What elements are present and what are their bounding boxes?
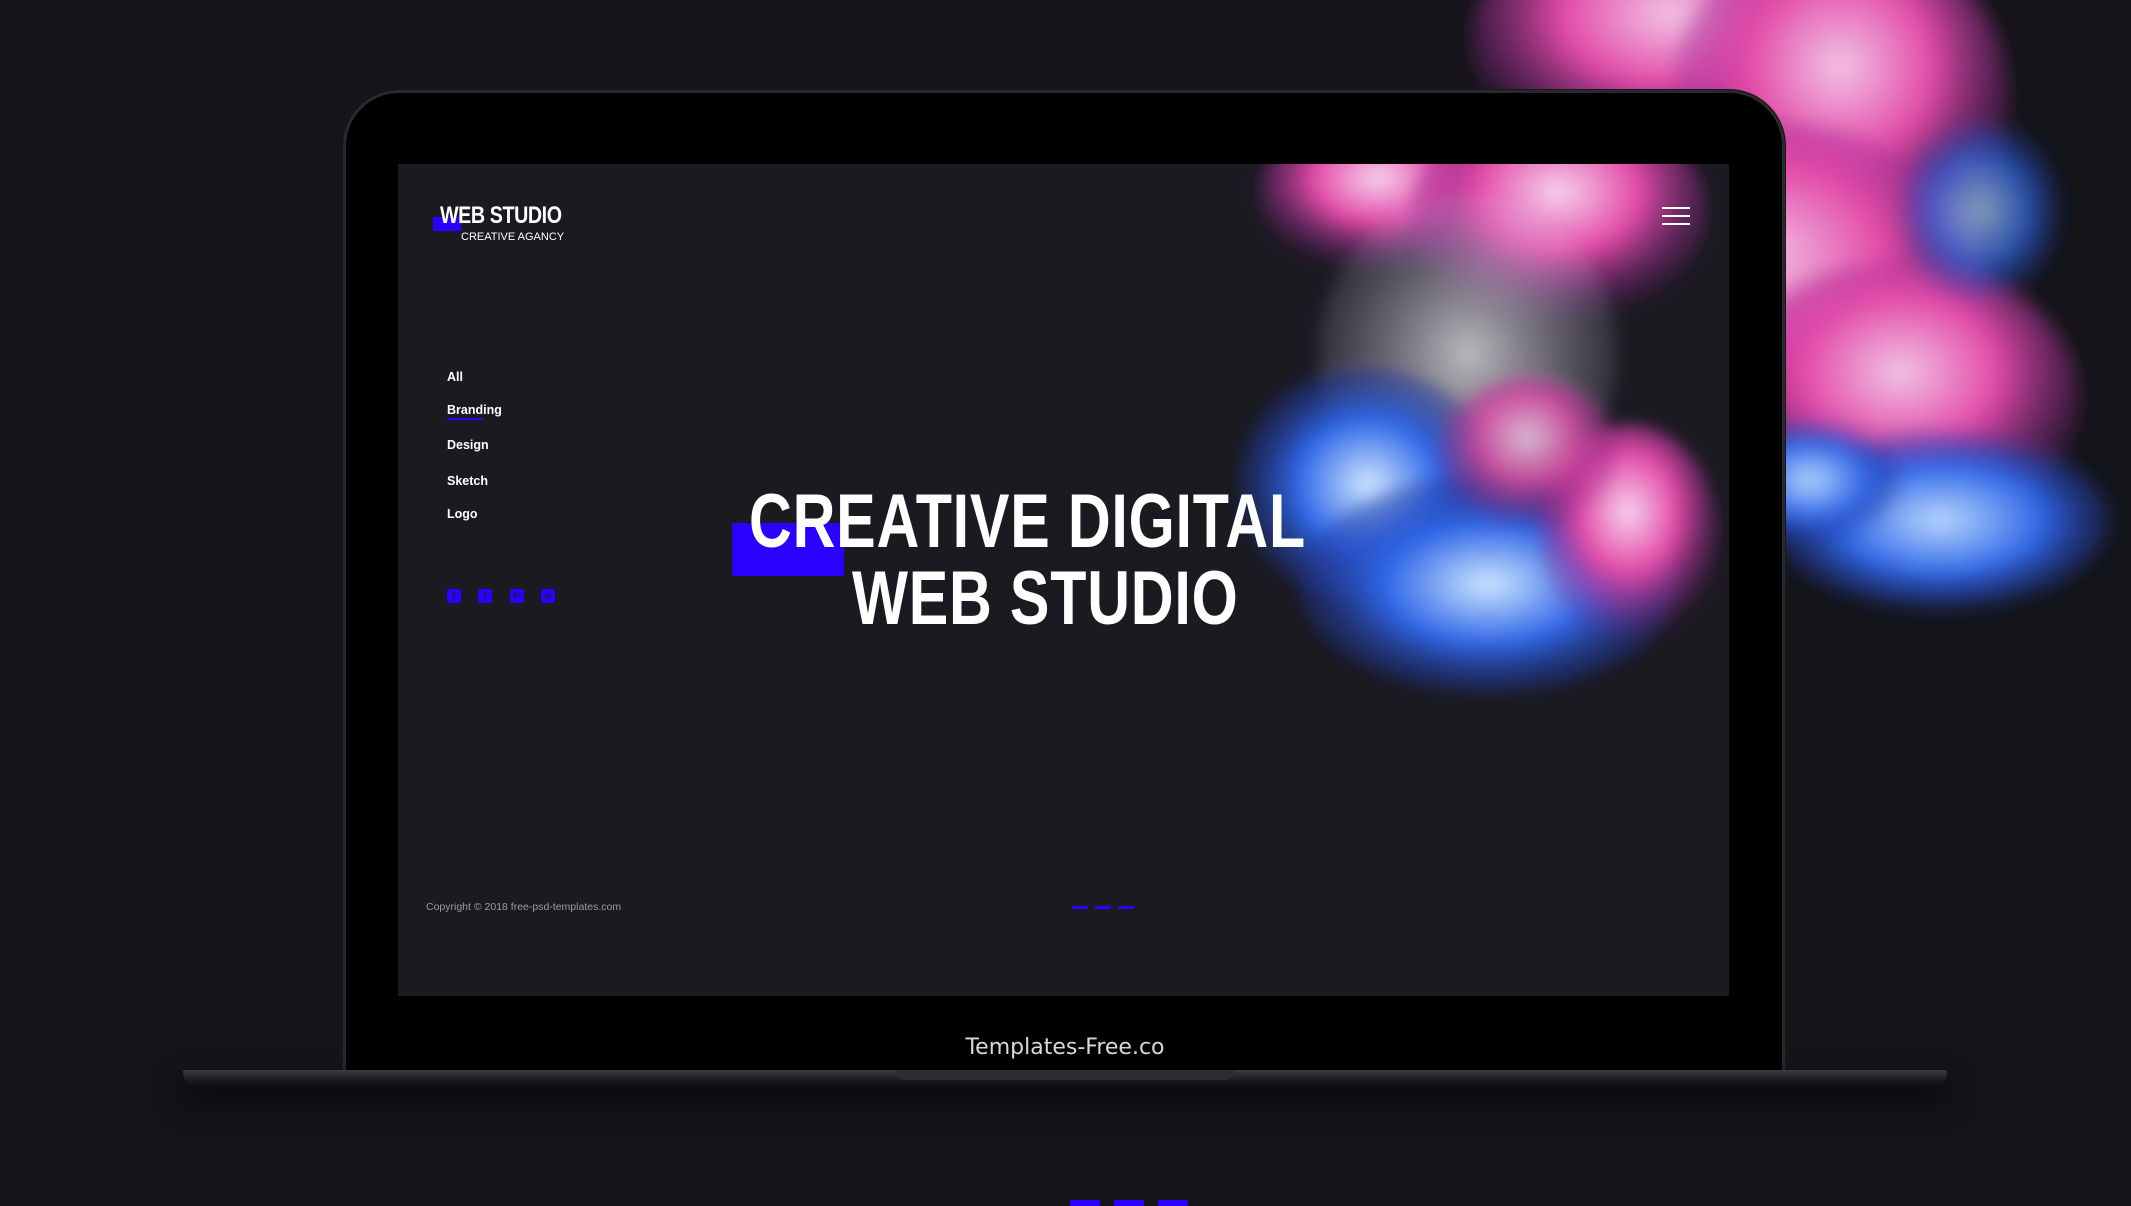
laptop-notch (896, 1070, 1234, 1080)
presentation-stage: Templates-Free.co WEB STUDIO CREATIVE AG… (0, 0, 2131, 1206)
hero-title-line-2: WEB STUDIO (852, 556, 1239, 641)
logo-title: WEB STUDIO (440, 202, 562, 229)
twitter-icon[interactable]: t (478, 589, 492, 603)
slider-dot[interactable] (1118, 906, 1134, 909)
logo-subtitle: CREATIVE AGANCY (461, 231, 565, 243)
hamburger-menu-icon[interactable] (1660, 204, 1692, 230)
presentation-dot[interactable] (1070, 1200, 1100, 1206)
hero-ink-image (1238, 164, 1718, 694)
website-screen: WEB STUDIO CREATIVE AGANCY All Branding … (398, 164, 1729, 996)
filter-item-logo[interactable]: Logo (447, 507, 478, 521)
slider-dot[interactable] (1095, 906, 1111, 909)
site-logo[interactable]: WEB STUDIO CREATIVE AGANCY (433, 202, 588, 243)
presentation-dot[interactable] (1158, 1200, 1188, 1206)
hero-title-line-1: CREATIVE DIGITAL (749, 479, 1306, 564)
filter-item-branding[interactable]: Branding (447, 403, 502, 420)
filter-item-design[interactable]: Design (447, 438, 489, 452)
google-plus-icon[interactable]: g+ (510, 589, 524, 603)
instagram-icon[interactable]: o (541, 589, 555, 603)
filter-item-label: Branding (447, 403, 502, 417)
filter-item-all[interactable]: All (447, 370, 463, 384)
filter-item-sketch[interactable]: Sketch (447, 474, 488, 488)
active-filter-underline (447, 418, 483, 420)
slider-dot[interactable] (1072, 906, 1088, 909)
presentation-dot[interactable] (1114, 1200, 1144, 1206)
facebook-icon[interactable]: f (447, 589, 461, 603)
laptop-brand-label: Templates-Free.co (965, 1035, 1165, 1060)
copyright-text: Copyright © 2018 free-psd-templates.com (426, 901, 622, 913)
